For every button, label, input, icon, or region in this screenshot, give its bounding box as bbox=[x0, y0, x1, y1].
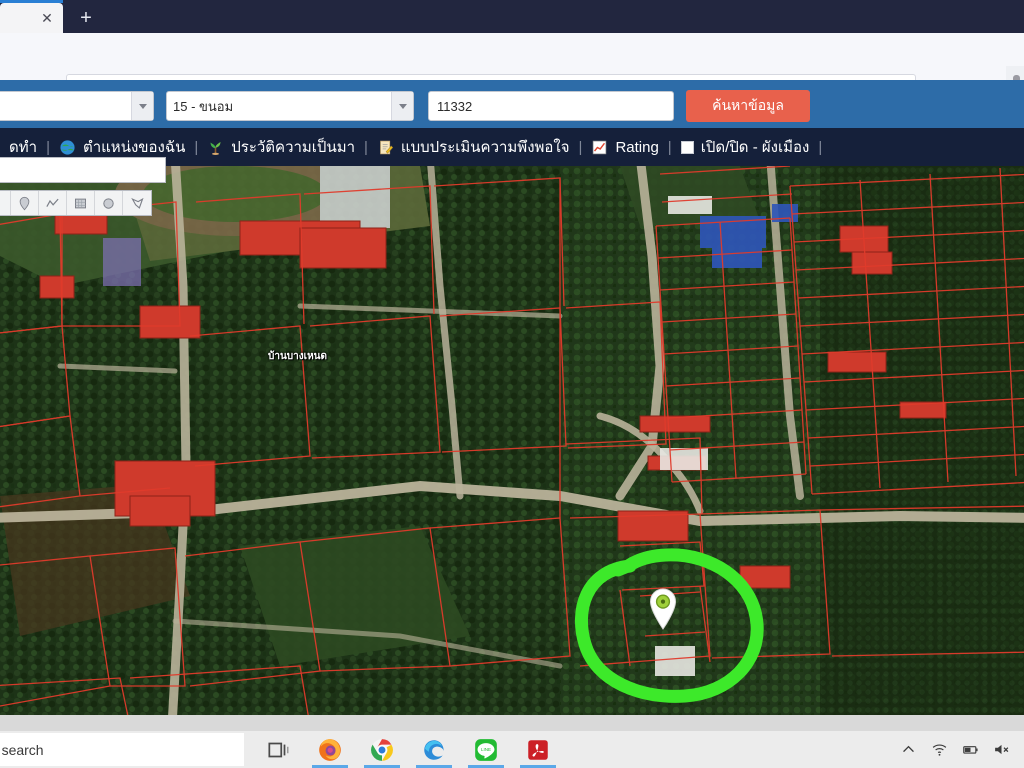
search-data-button[interactable]: ค้นหาข้อมูล bbox=[686, 90, 810, 122]
line-icon: LINE bbox=[475, 738, 497, 761]
nav-item-label: แบบประเมินความพึงพอใจ bbox=[400, 139, 570, 156]
taskbar-search-input[interactable]: to search bbox=[0, 733, 244, 766]
wifi-icon[interactable] bbox=[931, 741, 948, 758]
selected-parcel-pin[interactable] bbox=[648, 587, 678, 631]
nav-item-my-location[interactable]: ตำแหน่งของฉัน bbox=[50, 135, 194, 159]
task-view-button[interactable] bbox=[252, 731, 304, 768]
polygon-icon[interactable] bbox=[123, 191, 151, 215]
nav-item-history[interactable]: ประวัติความเป็นมา bbox=[198, 135, 364, 159]
checkbox-icon[interactable] bbox=[680, 140, 694, 154]
chevron-down-icon[interactable] bbox=[131, 92, 153, 120]
svg-text:LINE: LINE bbox=[481, 747, 491, 752]
nav-item-0[interactable]: ดทำ bbox=[0, 135, 46, 159]
taskbar-top-edge bbox=[0, 715, 1024, 731]
nav-item-label: ดทำ bbox=[9, 139, 38, 156]
nav-item-rating[interactable]: Rating bbox=[582, 139, 667, 156]
nav-separator: | bbox=[818, 138, 823, 156]
acrobat-icon bbox=[528, 739, 548, 760]
memo-icon bbox=[377, 139, 394, 156]
edge-icon bbox=[424, 739, 444, 760]
browser-nav-bar: dolwms.dol.go.th/tvwebp/ ••• bbox=[0, 33, 1024, 113]
acrobat-button[interactable] bbox=[512, 731, 564, 768]
polyline-icon[interactable] bbox=[39, 191, 67, 215]
province-select-value: ช bbox=[0, 96, 131, 117]
task-view-icon bbox=[268, 742, 289, 757]
nav-item-city-plan-toggle[interactable]: เปิด/ปิด - ผังเมือง bbox=[672, 135, 819, 159]
district-select[interactable]: 15 - ขนอม bbox=[166, 91, 414, 121]
nav-item-label: Rating bbox=[615, 138, 659, 156]
firefox-icon bbox=[319, 738, 341, 761]
firefox-button[interactable] bbox=[304, 731, 356, 768]
system-tray bbox=[900, 731, 1016, 768]
chevron-up-icon[interactable] bbox=[900, 741, 917, 758]
chrome-button[interactable] bbox=[356, 731, 408, 768]
new-tab-button[interactable]: + bbox=[72, 5, 100, 31]
chart-icon bbox=[591, 139, 608, 156]
nav-item-satisfaction-survey[interactable]: แบบประเมินความพึงพอใจ bbox=[368, 135, 579, 159]
close-icon[interactable]: ✕ bbox=[39, 10, 55, 26]
taskbar-app-buttons: LINE bbox=[252, 731, 564, 768]
nav-item-label: เปิด/ปิด - ผังเมือง bbox=[700, 139, 810, 156]
circle-icon[interactable] bbox=[95, 191, 123, 215]
screen: ✕ + dolwms.dol.go.th/tvwebp/ ••• bbox=[0, 0, 1024, 768]
hand-icon[interactable] bbox=[0, 191, 11, 215]
edge-button[interactable] bbox=[408, 731, 460, 768]
tab-strip-background bbox=[63, 0, 1024, 33]
chevron-down-icon[interactable] bbox=[391, 92, 413, 120]
satellite-map-canvas bbox=[0, 166, 1024, 715]
browser-tab[interactable]: ✕ bbox=[0, 3, 63, 33]
map-pin-icon[interactable] bbox=[11, 191, 39, 215]
map-search-input[interactable]: ัญ bbox=[0, 157, 166, 183]
district-select-value: 15 - ขนอม bbox=[173, 98, 234, 114]
province-select[interactable]: ช bbox=[0, 91, 154, 121]
map-draw-toolbar bbox=[0, 190, 152, 216]
nav-item-label: ตำแหน่งของฉัน bbox=[82, 139, 186, 156]
globe-icon bbox=[59, 139, 76, 156]
rectangle-icon[interactable] bbox=[67, 191, 95, 215]
map-place-label: บ้านบางเหนด bbox=[268, 351, 327, 362]
chrome-icon bbox=[371, 738, 393, 761]
battery-icon[interactable] bbox=[962, 741, 979, 758]
parcel-number-input[interactable]: 11332 bbox=[428, 91, 674, 121]
seedling-icon bbox=[207, 139, 224, 156]
speaker-muted-icon[interactable] bbox=[993, 741, 1010, 758]
map-viewport[interactable]: บ้านบางเหนด 093-581882 bbox=[0, 166, 1024, 715]
nav-item-label: ประวัติความเป็นมา bbox=[231, 139, 356, 156]
line-button[interactable]: LINE bbox=[460, 731, 512, 768]
